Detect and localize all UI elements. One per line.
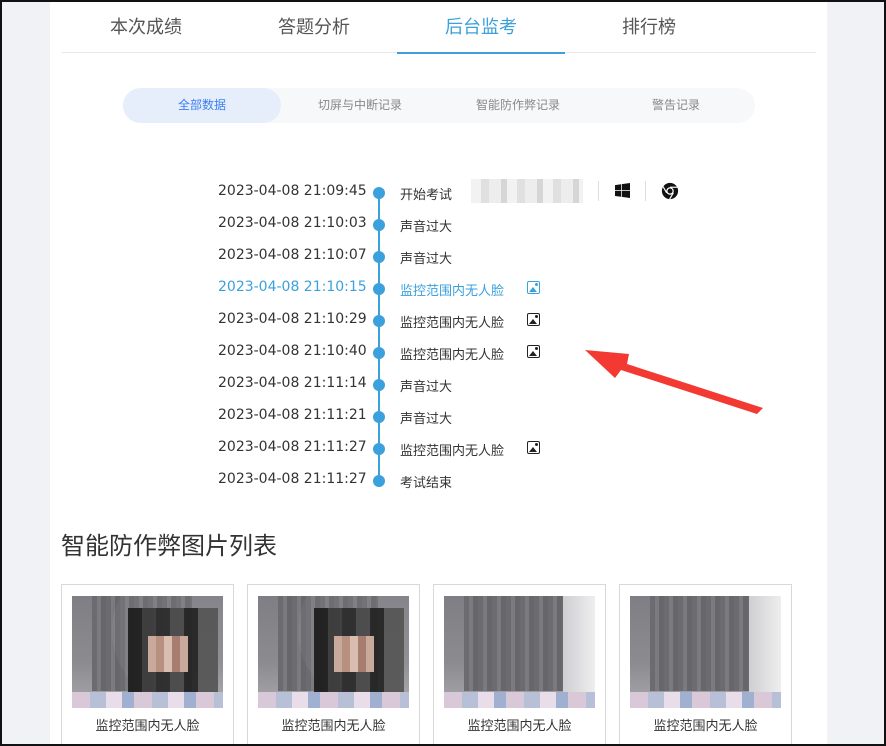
timeline-dot xyxy=(373,443,385,455)
timeline-dot xyxy=(373,283,385,295)
event-time: 2023-04-08 21:10:07 xyxy=(218,247,367,263)
timeline-row: 2023-04-08 21:10:07 声音过大 xyxy=(50,242,827,274)
event-time: 2023-04-08 21:10:29 xyxy=(218,311,367,327)
filter-switch-records[interactable]: 切屏与中断记录 xyxy=(281,88,439,123)
event-timeline: 2023-04-08 21:09:45 开始考试 2023-04-08 21:1… xyxy=(50,178,827,491)
picture-caption: 监控范围内无人脸 xyxy=(95,719,200,734)
image-icon[interactable] xyxy=(527,345,540,358)
filter-all-data[interactable]: 全部数据 xyxy=(123,88,281,123)
picture-caption: 监控范围内无人脸 xyxy=(281,719,386,734)
timeline-dot xyxy=(373,379,385,391)
image-icon[interactable] xyxy=(527,313,540,326)
picture-caption: 监控范围内无人脸 xyxy=(653,719,758,734)
timeline-row: 2023-04-08 21:10:29 监控范围内无人脸 xyxy=(50,306,827,338)
tab-proctoring[interactable]: 后台监考 xyxy=(397,0,565,54)
timeline-row: 2023-04-08 21:10:15 监控范围内无人脸 xyxy=(50,274,827,306)
snapshot-image xyxy=(630,596,781,708)
snapshot-image xyxy=(258,596,409,708)
event-time: 2023-04-08 21:09:45 xyxy=(218,183,367,199)
event-time: 2023-04-08 21:11:27 xyxy=(218,439,367,455)
filter-bar: 全部数据 切屏与中断记录 智能防作弊记录 警告记录 xyxy=(123,88,755,123)
timeline-dot xyxy=(373,251,385,263)
red-arrow-annotation xyxy=(585,350,763,414)
picture-card[interactable]: 监控范围内无人脸 xyxy=(619,584,792,746)
event-label: 声音过大 xyxy=(400,412,453,427)
event-time: 2023-04-08 21:11:21 xyxy=(218,407,367,423)
timeline-dot xyxy=(373,347,385,359)
event-time: 2023-04-08 21:10:40 xyxy=(218,343,367,359)
event-time: 2023-04-08 21:10:15 xyxy=(218,279,367,295)
timeline-row: 2023-04-08 21:09:45 开始考试 xyxy=(50,178,827,210)
event-time: 2023-04-08 21:11:27 xyxy=(218,471,367,487)
tab-ranking[interactable]: 排行榜 xyxy=(565,0,733,53)
event-label: 监控范围内无人脸 xyxy=(400,444,505,459)
timeline-dot xyxy=(373,475,385,487)
chrome-icon xyxy=(661,182,679,200)
event-time: 2023-04-08 21:10:03 xyxy=(218,215,367,231)
image-icon[interactable] xyxy=(527,441,540,454)
picture-card[interactable]: 监控范围内无人脸 xyxy=(247,584,420,746)
snapshot-image xyxy=(444,596,595,708)
image-icon[interactable] xyxy=(527,281,540,294)
filter-anticheat-records[interactable]: 智能防作弊记录 xyxy=(439,88,597,123)
event-label: 监控范围内无人脸 xyxy=(400,316,505,331)
timeline-dot xyxy=(373,411,385,423)
event-label: 开始考试 xyxy=(400,188,453,203)
divider xyxy=(598,181,599,201)
picture-caption: 监控范围内无人脸 xyxy=(467,719,572,734)
tab-analysis[interactable]: 答题分析 xyxy=(230,0,398,53)
picture-card[interactable]: 监控范围内无人脸 xyxy=(61,584,234,746)
timeline-row: 2023-04-08 21:11:27 监控范围内无人脸 xyxy=(50,434,827,466)
snapshot-image xyxy=(72,596,223,708)
event-label: 监控范围内无人脸 xyxy=(400,284,505,299)
event-time: 2023-04-08 21:11:14 xyxy=(218,375,367,391)
event-label: 声音过大 xyxy=(400,220,453,235)
tab-score[interactable]: 本次成绩 xyxy=(62,0,230,53)
event-label: 声音过大 xyxy=(400,252,453,267)
picture-card[interactable]: 监控范围内无人脸 xyxy=(433,584,606,746)
windows-icon xyxy=(615,183,630,198)
event-label: 声音过大 xyxy=(400,380,453,395)
filter-warning-records[interactable]: 警告记录 xyxy=(597,88,755,123)
section-title: 智能防作弊图片列表 xyxy=(61,532,277,560)
blurred-user-info xyxy=(471,179,583,203)
timeline-row: 2023-04-08 21:10:03 声音过大 xyxy=(50,210,827,242)
timeline-dot xyxy=(373,315,385,327)
result-tabs: 本次成绩 答题分析 后台监考 排行榜 xyxy=(62,0,816,54)
divider xyxy=(645,181,646,201)
timeline-dot xyxy=(373,219,385,231)
event-label: 监控范围内无人脸 xyxy=(400,348,505,363)
timeline-dot xyxy=(373,187,385,199)
event-label: 考试结束 xyxy=(400,476,453,491)
timeline-row: 2023-04-08 21:11:27 考试结束 xyxy=(50,466,827,498)
